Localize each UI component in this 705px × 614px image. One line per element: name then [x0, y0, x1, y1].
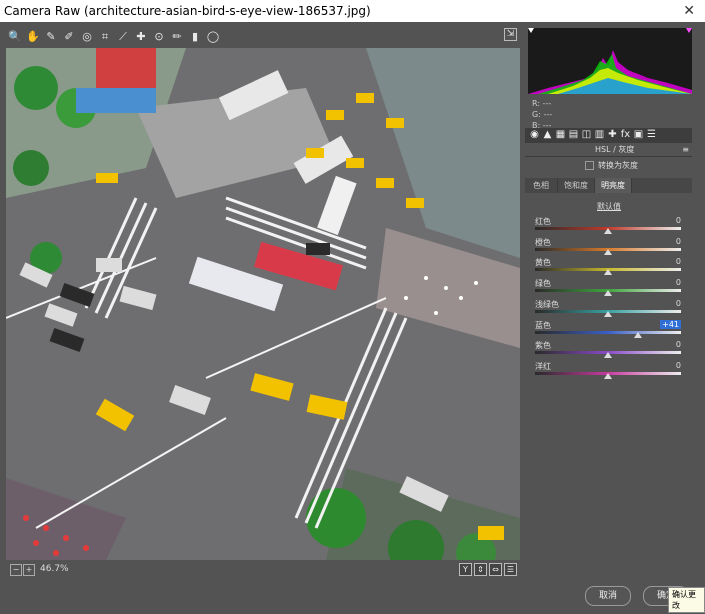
zoom-in-button[interactable]: +: [23, 564, 35, 576]
rgb-green: G: ---: [532, 110, 553, 119]
status-bar: − + 46.7% Y ⇕ ⇔ ☰: [6, 562, 521, 578]
panel-header: HSL / 灰度 ≡: [525, 144, 692, 157]
fullscreen-icon[interactable]: ⇲: [504, 28, 517, 41]
hand-tool-icon[interactable]: ✋: [26, 28, 40, 46]
slider-thumb[interactable]: [633, 331, 642, 338]
panel-title: HSL / 灰度: [595, 145, 635, 154]
tab-hue[interactable]: 色相: [525, 178, 558, 193]
panel-tab-icon[interactable]: fx: [620, 129, 631, 141]
window-title: Camera Raw (architecture-asian-bird-s-ey…: [4, 4, 371, 18]
luminance-slider-row: 洋红 0: [535, 361, 681, 381]
slider-value-field[interactable]: 0: [676, 361, 681, 370]
slider-thumb[interactable]: [604, 372, 612, 379]
image-preview[interactable]: [6, 48, 520, 560]
slider-thumb[interactable]: [604, 269, 612, 276]
panel-tab-icon[interactable]: ✚: [607, 129, 618, 141]
slider-value-field[interactable]: 0: [676, 299, 681, 308]
slider-value-field[interactable]: 0: [676, 340, 681, 349]
luminance-slider-row: 橙色 0: [535, 237, 681, 257]
slider-value-field[interactable]: 0: [676, 216, 681, 225]
panel-tab-icon[interactable]: ▤: [568, 129, 579, 141]
crop-tool-icon[interactable]: ⌗: [98, 28, 112, 46]
slider-value-field[interactable]: 0: [676, 278, 681, 287]
slider-label: 紫色: [535, 341, 551, 351]
targeted-adjustment-tool-icon[interactable]: ◎: [80, 28, 94, 46]
slider-label: 浅绿色: [535, 299, 559, 309]
panel-tab-icon[interactable]: ☰: [646, 129, 657, 141]
convert-grayscale-label: 转换为灰度: [598, 161, 638, 170]
luminance-slider-row: 蓝色 +41: [535, 319, 681, 340]
panel-tab-icon[interactable]: ◫: [581, 129, 592, 141]
luminance-slider-row: 黄色 0: [535, 257, 681, 277]
default-link[interactable]: 默认值: [597, 201, 621, 212]
slider-thumb[interactable]: [604, 228, 612, 234]
slider-value-field[interactable]: 0: [676, 257, 681, 266]
window-titlebar: Camera Raw (architecture-asian-bird-s-ey…: [0, 0, 705, 22]
tab-saturation[interactable]: 饱和度: [558, 178, 595, 193]
straighten-tool-icon[interactable]: ⟋: [116, 28, 130, 46]
rgb-red: R: ---: [532, 99, 552, 108]
graduated-filter-icon[interactable]: ▮: [188, 28, 202, 46]
histogram-graph: [528, 28, 692, 94]
photo-street-intersection: [6, 48, 520, 560]
tool-bar: 🔍 ✋ ✎ ✐ ◎ ⌗ ⟋ ✚ ⊙ ✏ ▮ ◯: [6, 28, 521, 48]
copy-settings-button[interactable]: ⇔: [489, 563, 502, 576]
panel-tab-icon[interactable]: ▥: [594, 129, 605, 141]
slider-label: 红色: [535, 217, 551, 226]
tab-luminance[interactable]: 明亮度: [595, 178, 632, 193]
zoom-level[interactable]: 46.7%: [40, 564, 69, 574]
slider-value-field[interactable]: 0: [676, 237, 681, 246]
panel-icon-bar: ◉ ▲ ▦ ▤ ◫ ▥ ✚ fx ▣ ☰: [525, 128, 692, 143]
preview-preferences-button[interactable]: ☰: [504, 563, 517, 576]
panel-tab-icon[interactable]: ▣: [633, 129, 644, 141]
adjustment-brush-icon[interactable]: ✏: [170, 28, 184, 46]
luminance-slider-row: 红色 0: [535, 216, 681, 236]
panel-tab-icon[interactable]: ◉: [529, 129, 540, 141]
hsl-tabs: 色相 饱和度 明亮度: [525, 178, 692, 193]
swap-settings-button[interactable]: ⇕: [474, 563, 487, 576]
zoom-out-button[interactable]: −: [10, 564, 22, 576]
before-after-view-button[interactable]: Y: [459, 563, 472, 576]
color-sampler-tool-icon[interactable]: ✐: [62, 28, 76, 46]
slider-label: 黄色: [535, 258, 551, 268]
slider-thumb[interactable]: [604, 290, 612, 297]
radial-filter-icon[interactable]: ◯: [206, 28, 220, 46]
close-icon[interactable]: ✕: [683, 0, 695, 22]
rgb-readout: R: --- G: --- B: ---: [532, 98, 552, 131]
slider-label: 蓝色: [535, 320, 551, 330]
luminance-slider-row: 浅绿色 0: [535, 299, 681, 319]
convert-grayscale-checkbox[interactable]: 转换为灰度: [585, 160, 638, 171]
slider-track[interactable]: [535, 330, 681, 334]
slider-label: 橙色: [535, 237, 551, 247]
white-balance-tool-icon[interactable]: ✎: [44, 28, 58, 46]
slider-thumb[interactable]: [604, 352, 612, 359]
zoom-tool-icon[interactable]: 🔍: [8, 28, 22, 46]
slider-label: 绿色: [535, 279, 551, 289]
slider-value-field[interactable]: +41: [660, 319, 681, 329]
luminance-slider-row: 绿色 0: [535, 278, 681, 298]
panel-tab-icon[interactable]: ▲: [542, 129, 553, 141]
checkbox-box[interactable]: [585, 161, 594, 170]
red-eye-tool-icon[interactable]: ⊙: [152, 28, 166, 46]
luminance-slider-row: 紫色 0: [535, 340, 681, 360]
slider-thumb[interactable]: [604, 310, 612, 317]
slider-thumb[interactable]: [604, 248, 612, 255]
tooltip: 确认更改: [668, 587, 705, 613]
panel-tab-icon[interactable]: ▦: [555, 129, 566, 141]
cancel-button[interactable]: 取消: [585, 586, 631, 606]
slider-label: 洋红: [535, 361, 551, 371]
panel-menu-icon[interactable]: ≡: [682, 144, 689, 156]
spot-removal-tool-icon[interactable]: ✚: [134, 28, 148, 46]
histogram: [528, 28, 692, 94]
